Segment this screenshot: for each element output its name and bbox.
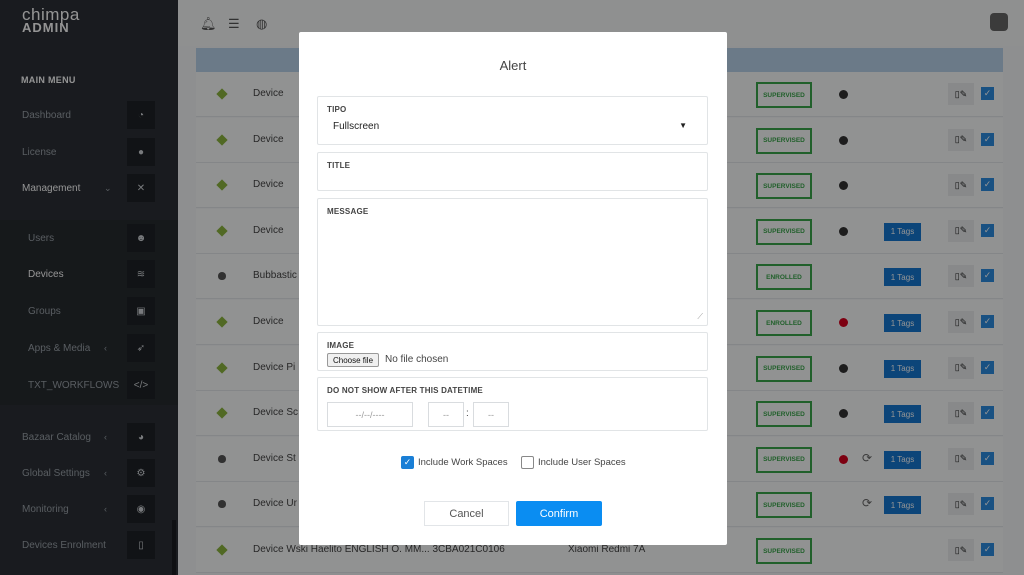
resize-handle-icon[interactable]: ⟋ (697, 312, 703, 322)
tipo-label: TIPO (327, 105, 347, 114)
include-work-spaces-checkbox[interactable]: ✓ (401, 456, 414, 469)
include-user-spaces-label: Include User Spaces (538, 457, 626, 468)
image-field: IMAGE Choose file No file chosen (317, 332, 708, 371)
include-work-spaces-label: Include Work Spaces (418, 457, 508, 468)
hour-input[interactable]: -- (428, 402, 464, 427)
modal-title: Alert (499, 58, 527, 73)
title-field[interactable]: TITLE (317, 152, 708, 191)
include-work-spaces-option[interactable]: ✓ Include Work Spaces (401, 456, 508, 469)
confirm-button[interactable]: Confirm (516, 501, 602, 526)
message-textarea[interactable]: MESSAGE ⟋ (317, 198, 708, 326)
include-user-spaces-checkbox[interactable] (521, 456, 534, 469)
image-label: IMAGE (327, 341, 355, 350)
datetime-field: DO NOT SHOW AFTER THIS DATETIME --/--/--… (317, 377, 708, 431)
tipo-select[interactable]: TIPO Fullscreen ▼ (317, 96, 708, 145)
message-label: MESSAGE (327, 207, 369, 216)
title-label: TITLE (327, 161, 351, 170)
caret-down-icon: ▼ (679, 121, 687, 130)
file-status: No file chosen (385, 354, 449, 365)
minute-input[interactable]: -- (473, 402, 509, 427)
date-input[interactable]: --/--/---- (327, 402, 413, 427)
include-user-spaces-option[interactable]: Include User Spaces (521, 456, 626, 469)
datetime-label: DO NOT SHOW AFTER THIS DATETIME (327, 386, 483, 395)
tipo-value: Fullscreen (333, 121, 380, 132)
alert-modal: Alert TIPO Fullscreen ▼ TITLE MESSAGE ⟋ … (299, 32, 727, 545)
choose-file-button[interactable]: Choose file (327, 353, 380, 367)
time-separator: : (466, 408, 469, 419)
cancel-button[interactable]: Cancel (424, 501, 509, 526)
